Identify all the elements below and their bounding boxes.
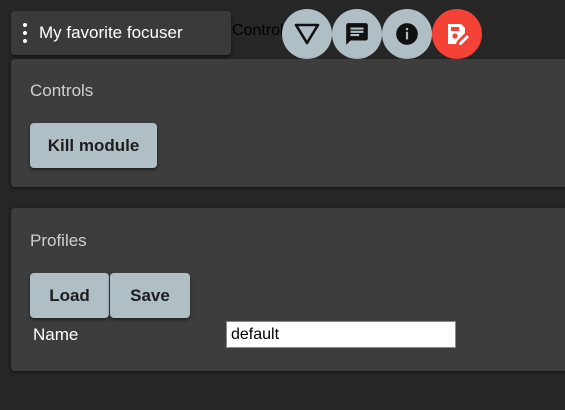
controls-title: Controls <box>30 81 94 100</box>
save-edit-button[interactable] <box>432 9 482 59</box>
profile-name-input[interactable] <box>226 321 456 348</box>
controls-panel: Controls Kill module <box>11 59 565 187</box>
filter-funnel-icon <box>294 23 320 45</box>
chat-button[interactable] <box>332 9 382 59</box>
top-bar: My favorite focuser Control <box>0 0 565 59</box>
kill-module-button[interactable]: Kill module <box>30 123 157 168</box>
save-button[interactable]: Save <box>110 273 190 318</box>
info-button[interactable] <box>382 9 432 59</box>
module-menu-button[interactable]: My favorite focuser <box>11 11 231 55</box>
load-button[interactable]: Load <box>30 273 109 318</box>
profiles-panel: Profiles Load Save Name <box>11 208 565 371</box>
module-title: My favorite focuser <box>39 23 183 42</box>
info-icon <box>396 23 418 45</box>
profiles-title: Profiles <box>30 231 87 250</box>
more-vertical-icon <box>21 23 29 43</box>
name-label: Name <box>33 325 79 344</box>
chat-message-icon <box>346 23 368 45</box>
save-edit-icon <box>448 24 469 45</box>
filter-button[interactable] <box>282 9 332 59</box>
tab-control[interactable]: Control <box>232 22 284 40</box>
